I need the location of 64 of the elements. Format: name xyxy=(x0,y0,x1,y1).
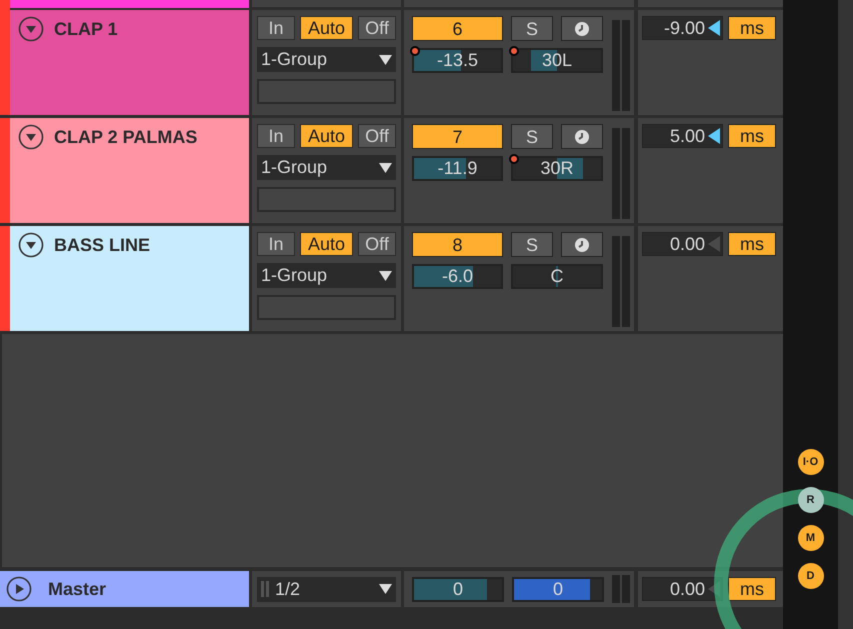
master-header[interactable]: Master xyxy=(0,571,249,607)
routing-dropdown[interactable]: 1-Group xyxy=(257,155,396,180)
delay-field[interactable]: 0.00 xyxy=(642,232,723,256)
clock-icon xyxy=(575,238,589,252)
volume-slider[interactable]: -13.5 xyxy=(412,48,503,73)
solo-button[interactable]: S xyxy=(511,124,553,149)
scroll-bar[interactable] xyxy=(838,0,853,629)
routing-dropdown[interactable]: 1/2 xyxy=(257,576,396,602)
track-name: CLAP 1 xyxy=(54,18,118,41)
unit-button[interactable]: ms xyxy=(728,16,776,40)
track-name: BASS LINE xyxy=(54,234,150,257)
solo-button[interactable]: S xyxy=(511,232,553,257)
clock-button[interactable] xyxy=(561,124,603,149)
volume-slider[interactable]: -6.0 xyxy=(412,264,503,289)
dropdown-icon xyxy=(379,584,392,594)
collapse-icon[interactable] xyxy=(18,124,44,150)
collapse-icon[interactable] xyxy=(18,232,44,258)
dropdown-icon xyxy=(379,162,392,172)
play-icon[interactable] xyxy=(6,576,32,602)
input-field[interactable] xyxy=(257,295,396,320)
volume-slider[interactable]: -11.9 xyxy=(412,156,503,181)
unit-button[interactable]: ms xyxy=(728,124,776,148)
routing-dropdown[interactable]: 1-Group xyxy=(257,263,396,288)
monitor-button[interactable]: Off xyxy=(358,124,396,148)
monitor-button[interactable]: Off xyxy=(358,16,396,40)
pan-slider[interactable]: C xyxy=(511,264,603,289)
track-number-button[interactable]: 6 xyxy=(412,16,503,41)
meter-icon xyxy=(261,581,269,597)
clock-icon xyxy=(575,130,589,144)
pan-slider[interactable]: 30R xyxy=(511,156,603,181)
monitor-button[interactable]: Auto xyxy=(300,232,353,256)
view-toggle-button[interactable]: R xyxy=(798,487,824,513)
track-number-button[interactable]: 8 xyxy=(412,232,503,257)
dropdown-icon xyxy=(379,54,392,64)
monitor-button[interactable]: Auto xyxy=(300,16,353,40)
monitor-button[interactable]: Auto xyxy=(300,124,353,148)
monitor-button[interactable]: Off xyxy=(358,232,396,256)
master-slider[interactable]: 0 xyxy=(412,576,504,602)
unit-button[interactable]: ms xyxy=(728,232,776,256)
clock-button[interactable] xyxy=(561,16,603,41)
track-name: CLAP 2 PALMAS xyxy=(54,126,198,149)
monitor-button[interactable]: In xyxy=(257,124,295,148)
track-header[interactable]: BASS LINE xyxy=(10,226,249,331)
view-toggle-button[interactable]: D xyxy=(798,563,824,589)
dropdown-icon xyxy=(379,270,392,280)
view-toggle-button[interactable]: I·O xyxy=(798,449,824,475)
pan-slider[interactable]: 30L xyxy=(511,48,603,73)
routing-dropdown[interactable]: 1-Group xyxy=(257,47,396,72)
input-field[interactable] xyxy=(257,79,396,104)
monitor-button[interactable]: In xyxy=(257,16,295,40)
delay-field[interactable]: -9.00 xyxy=(642,16,723,40)
view-toggle-button[interactable]: M xyxy=(798,525,824,551)
track-number-button[interactable]: 7 xyxy=(412,124,503,149)
delay-field[interactable]: 5.00 xyxy=(642,124,723,148)
input-field[interactable] xyxy=(257,187,396,212)
clock-button[interactable] xyxy=(561,232,603,257)
track-header[interactable]: CLAP 1 xyxy=(10,10,249,115)
track-header[interactable]: CLAP 2 PALMAS xyxy=(10,118,249,223)
master-slider[interactable]: 0 xyxy=(512,576,604,602)
monitor-button[interactable]: In xyxy=(257,232,295,256)
solo-button[interactable]: S xyxy=(511,16,553,41)
clock-icon xyxy=(575,22,589,36)
unit-button[interactable]: ms xyxy=(728,577,776,601)
track-name: Master xyxy=(48,578,106,600)
